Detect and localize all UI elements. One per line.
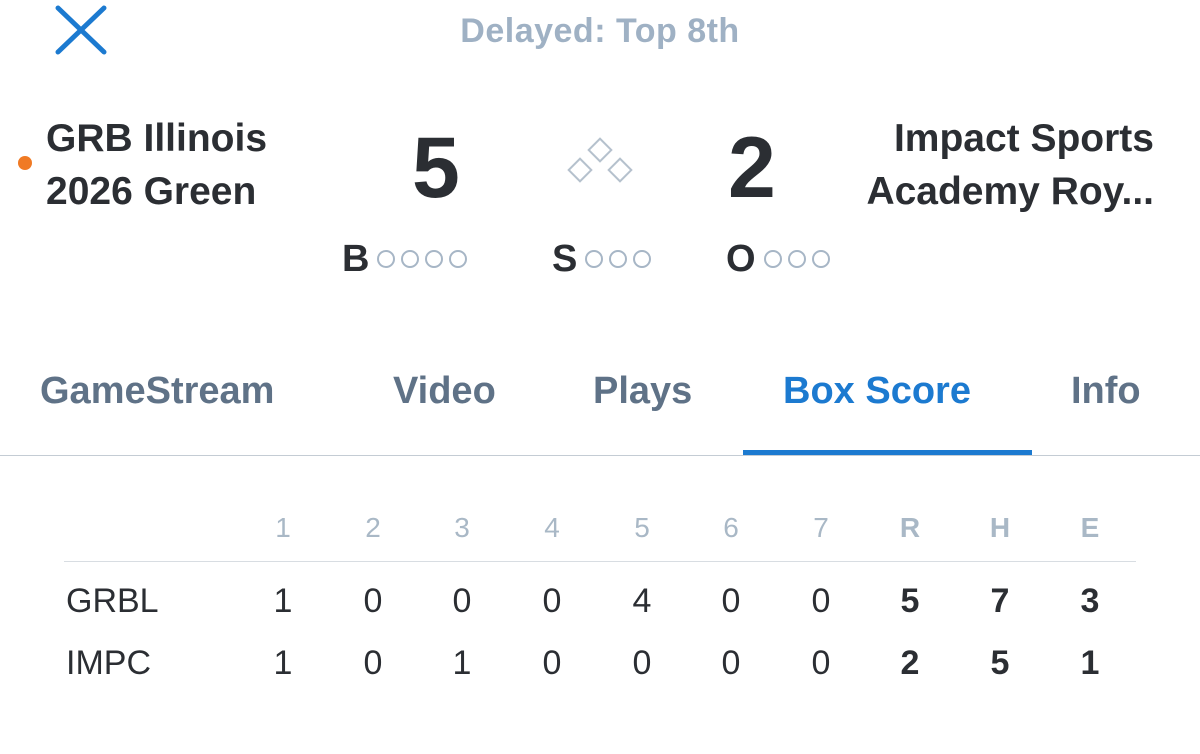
strikes-label: S [552, 237, 578, 280]
second-base [587, 137, 613, 163]
tab-video[interactable]: Video [393, 370, 496, 413]
box-score-header: 1 2 3 4 5 6 7 R H E [64, 502, 1136, 562]
away-team-name-line1: GRB Illinois [46, 117, 268, 160]
game-status: Delayed: Top 8th [460, 12, 740, 50]
strikes-count: S [552, 236, 657, 282]
inning-score: 0 [542, 582, 562, 620]
balls-count: B [342, 236, 473, 282]
inning-header: 2 [365, 512, 381, 543]
tab-box-score[interactable]: Box Score [783, 370, 971, 413]
away-team-name[interactable]: GRB Illinois 2026 Green [46, 112, 346, 218]
box-score-table: 1 2 3 4 5 6 7 R H E GRBL 1 0 0 0 4 0 0 5… [64, 502, 1136, 690]
runs-total: 2 [900, 644, 920, 682]
batting-indicator [18, 156, 32, 170]
tab-bar: GameStream Video Plays Box Score Info [0, 358, 1200, 456]
active-tab-indicator [743, 450, 1032, 455]
inning-header: 7 [813, 512, 829, 543]
home-team-name[interactable]: Impact Sports Academy Roy... [794, 112, 1154, 218]
balls-label: B [342, 237, 370, 280]
hits-header: H [989, 512, 1011, 543]
inning-score: 0 [363, 644, 383, 682]
table-row: GRBL 1 0 0 0 4 0 0 5 7 3 [64, 566, 1136, 628]
tab-gamestream[interactable]: GameStream [40, 370, 274, 413]
runs-total: 5 [900, 582, 920, 620]
home-team-name-line2: Academy Roy... [866, 170, 1154, 213]
inning-score: 0 [721, 582, 741, 620]
inning-score: 0 [452, 582, 472, 620]
third-base [567, 157, 593, 183]
bases-diamond [562, 136, 642, 196]
inning-score: 0 [811, 644, 831, 682]
strike-pip [633, 250, 652, 268]
inning-score: 0 [632, 644, 652, 682]
inning-score: 0 [811, 582, 831, 620]
first-base [607, 157, 633, 183]
tab-info[interactable]: Info [1071, 370, 1141, 413]
team-abbreviation: IMPC [66, 644, 151, 682]
ball-pip [425, 250, 444, 268]
inning-header: 1 [275, 512, 291, 543]
outs-count: O [726, 236, 836, 282]
errors-total: 3 [1080, 582, 1100, 620]
outs-label: O [726, 237, 756, 280]
ball-pip [377, 250, 396, 268]
errors-header: E [1080, 512, 1100, 543]
inning-score: 0 [721, 644, 741, 682]
home-team-name-line1: Impact Sports [893, 117, 1154, 160]
tab-plays[interactable]: Plays [593, 370, 692, 413]
runs-header: R [899, 512, 921, 543]
strike-pip [585, 250, 604, 268]
inning-header: 3 [454, 512, 470, 543]
out-pip [811, 250, 830, 268]
out-pip [763, 250, 782, 268]
out-pip [787, 250, 806, 268]
table-row: IMPC 1 0 1 0 0 0 0 2 5 1 [64, 628, 1136, 690]
inning-score: 1 [273, 644, 293, 682]
away-team-name-line2: 2026 Green [46, 170, 257, 213]
hits-total: 5 [990, 644, 1010, 682]
ball-pip [449, 250, 468, 268]
errors-total: 1 [1080, 644, 1100, 682]
inning-header: 4 [544, 512, 560, 543]
inning-header: 6 [723, 512, 739, 543]
inning-score: 0 [542, 644, 562, 682]
strike-pip [609, 250, 628, 268]
bases-icon [567, 137, 633, 183]
inning-header: 5 [634, 512, 650, 543]
hits-total: 7 [990, 582, 1010, 620]
inning-score: 1 [273, 582, 293, 620]
inning-score: 4 [632, 582, 652, 620]
ball-pip [401, 250, 420, 268]
inning-score: 1 [452, 644, 472, 682]
team-abbreviation: GRBL [66, 582, 159, 620]
away-score: 5 [412, 120, 460, 216]
home-score: 2 [728, 120, 776, 216]
inning-score: 0 [363, 582, 383, 620]
